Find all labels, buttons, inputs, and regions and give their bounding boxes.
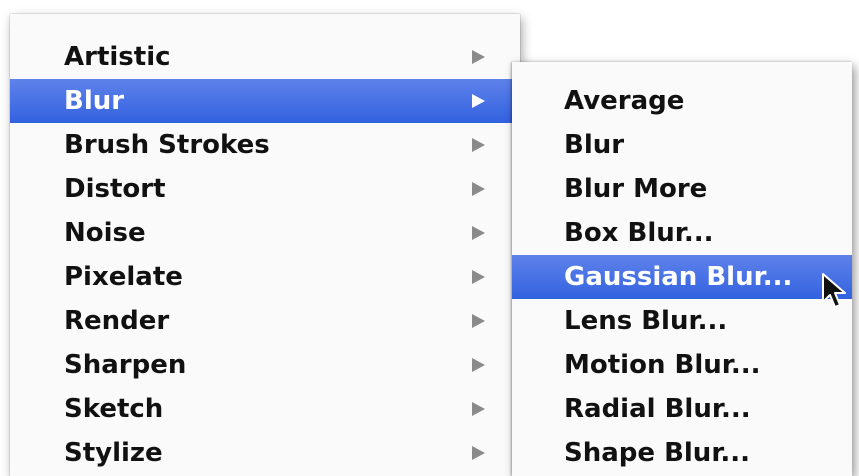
submenu-arrow-icon bbox=[472, 50, 485, 64]
submenu-arrow-icon bbox=[472, 314, 485, 328]
menu-item-label: Sharpen bbox=[64, 350, 187, 380]
menu-item-noise[interactable]: Noise bbox=[10, 211, 520, 255]
menu-item-stylize[interactable]: Stylize bbox=[10, 431, 520, 475]
menu-item-label: Sketch bbox=[64, 394, 164, 424]
menu-item-render[interactable]: Render bbox=[10, 299, 520, 343]
submenu-item-label: Average bbox=[564, 86, 685, 116]
submenu-item-box-blur[interactable]: Box Blur... bbox=[512, 211, 852, 255]
submenu-item-label: Lens Blur... bbox=[564, 306, 728, 336]
mouse-pointer-icon bbox=[822, 273, 846, 308]
submenu-item-motion-blur[interactable]: Motion Blur... bbox=[512, 343, 852, 387]
submenu-arrow-icon bbox=[472, 226, 485, 240]
submenu-item-radial-blur[interactable]: Radial Blur... bbox=[512, 387, 852, 431]
menu-item-artistic[interactable]: Artistic bbox=[10, 35, 520, 79]
submenu-item-label: Blur bbox=[564, 130, 625, 160]
filter-menu: Artistic Blur Brush Strokes Distort Nois… bbox=[10, 14, 520, 476]
submenu-item-label: Blur More bbox=[564, 174, 708, 204]
submenu-item-label: Radial Blur... bbox=[564, 394, 751, 424]
submenu-item-average[interactable]: Average bbox=[512, 79, 852, 123]
menu-item-label: Stylize bbox=[64, 438, 163, 468]
submenu-item-label: Shape Blur... bbox=[564, 438, 751, 468]
submenu-arrow-icon bbox=[472, 358, 485, 372]
menu-item-blur[interactable]: Blur bbox=[10, 79, 520, 123]
menu-item-brush-strokes[interactable]: Brush Strokes bbox=[10, 123, 520, 167]
submenu-arrow-icon bbox=[472, 138, 485, 152]
submenu-item-shape-blur[interactable]: Shape Blur... bbox=[512, 431, 852, 475]
submenu-arrow-icon bbox=[472, 94, 485, 108]
submenu-item-blur-more[interactable]: Blur More bbox=[512, 167, 852, 211]
submenu-arrow-icon bbox=[472, 182, 485, 196]
menu-item-label: Pixelate bbox=[64, 262, 183, 292]
menu-item-sharpen[interactable]: Sharpen bbox=[10, 343, 520, 387]
submenu-item-label: Motion Blur... bbox=[564, 350, 761, 380]
submenu-item-gaussian-blur[interactable]: Gaussian Blur... bbox=[512, 255, 852, 299]
menu-item-label: Distort bbox=[64, 174, 166, 204]
menu-item-distort[interactable]: Distort bbox=[10, 167, 520, 211]
menu-item-label: Render bbox=[64, 306, 170, 336]
submenu-item-label: Box Blur... bbox=[564, 218, 714, 248]
submenu-item-label: Gaussian Blur... bbox=[564, 262, 793, 292]
submenu-arrow-icon bbox=[472, 446, 485, 460]
submenu-item-lens-blur[interactable]: Lens Blur... bbox=[512, 299, 852, 343]
blur-submenu: Average Blur Blur More Box Blur... Gauss… bbox=[512, 62, 852, 476]
menu-item-label: Blur bbox=[64, 86, 125, 116]
menu-item-label: Brush Strokes bbox=[64, 130, 270, 160]
menu-item-label: Artistic bbox=[64, 42, 171, 72]
submenu-arrow-icon bbox=[472, 402, 485, 416]
screenshot-stage: Artistic Blur Brush Strokes Distort Nois… bbox=[0, 0, 859, 476]
menu-item-pixelate[interactable]: Pixelate bbox=[10, 255, 520, 299]
submenu-item-blur[interactable]: Blur bbox=[512, 123, 852, 167]
menu-item-sketch[interactable]: Sketch bbox=[10, 387, 520, 431]
submenu-arrow-icon bbox=[472, 270, 485, 284]
menu-item-label: Noise bbox=[64, 218, 146, 248]
